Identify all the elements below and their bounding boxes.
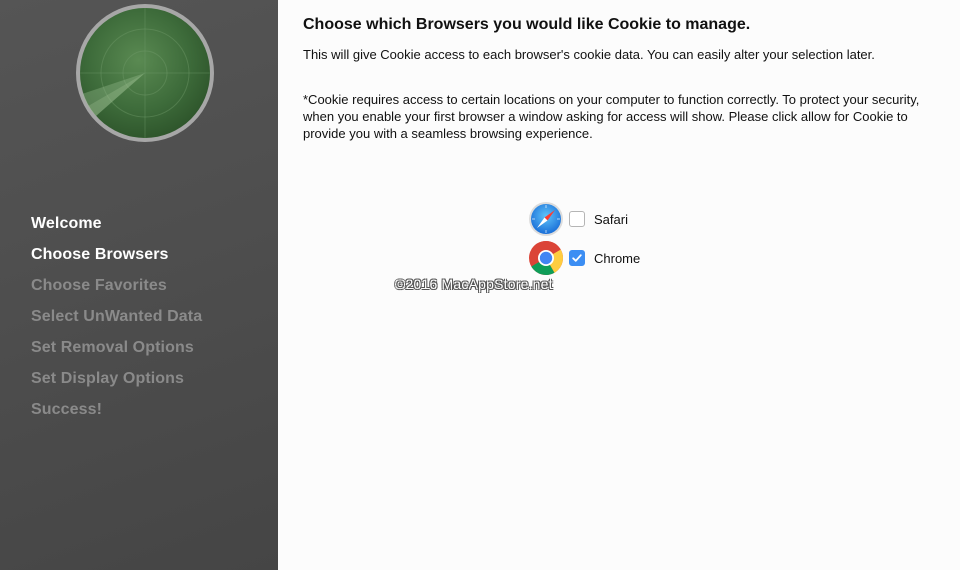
step-success[interactable]: Success!	[31, 398, 202, 429]
description-text: This will give Cookie access to each bro…	[303, 47, 875, 62]
safari-checkbox[interactable]	[569, 211, 585, 227]
step-choose-favorites[interactable]: Choose Favorites	[31, 274, 202, 305]
checkmark-icon	[572, 254, 582, 262]
chrome-checkbox[interactable]	[569, 250, 585, 266]
main-panel: Choose which Browsers you would like Coo…	[278, 0, 960, 570]
step-set-display-options[interactable]: Set Display Options	[31, 367, 202, 398]
watermark-text: ©2016 MacAppStore.net	[395, 276, 553, 292]
safari-label: Safari	[594, 211, 628, 227]
browser-option-safari[interactable]: Safari	[528, 201, 628, 237]
step-choose-browsers[interactable]: Choose Browsers	[31, 243, 202, 274]
chrome-label: Chrome	[594, 250, 641, 266]
browser-option-chrome[interactable]: Chrome	[528, 240, 640, 276]
chrome-icon	[529, 241, 563, 275]
step-set-removal-options[interactable]: Set Removal Options	[31, 336, 202, 367]
radar-logo-icon	[76, 4, 214, 142]
sidebar: Welcome Choose Browsers Choose Favorites…	[0, 0, 278, 570]
setup-steps-nav: Welcome Choose Browsers Choose Favorites…	[31, 212, 202, 429]
step-select-unwanted-data[interactable]: Select UnWanted Data	[31, 305, 202, 336]
step-welcome[interactable]: Welcome	[31, 212, 202, 243]
safari-icon	[529, 202, 563, 236]
permission-note: *Cookie requires access to certain locat…	[303, 92, 920, 141]
page-title: Choose which Browsers you would like Coo…	[303, 16, 751, 33]
